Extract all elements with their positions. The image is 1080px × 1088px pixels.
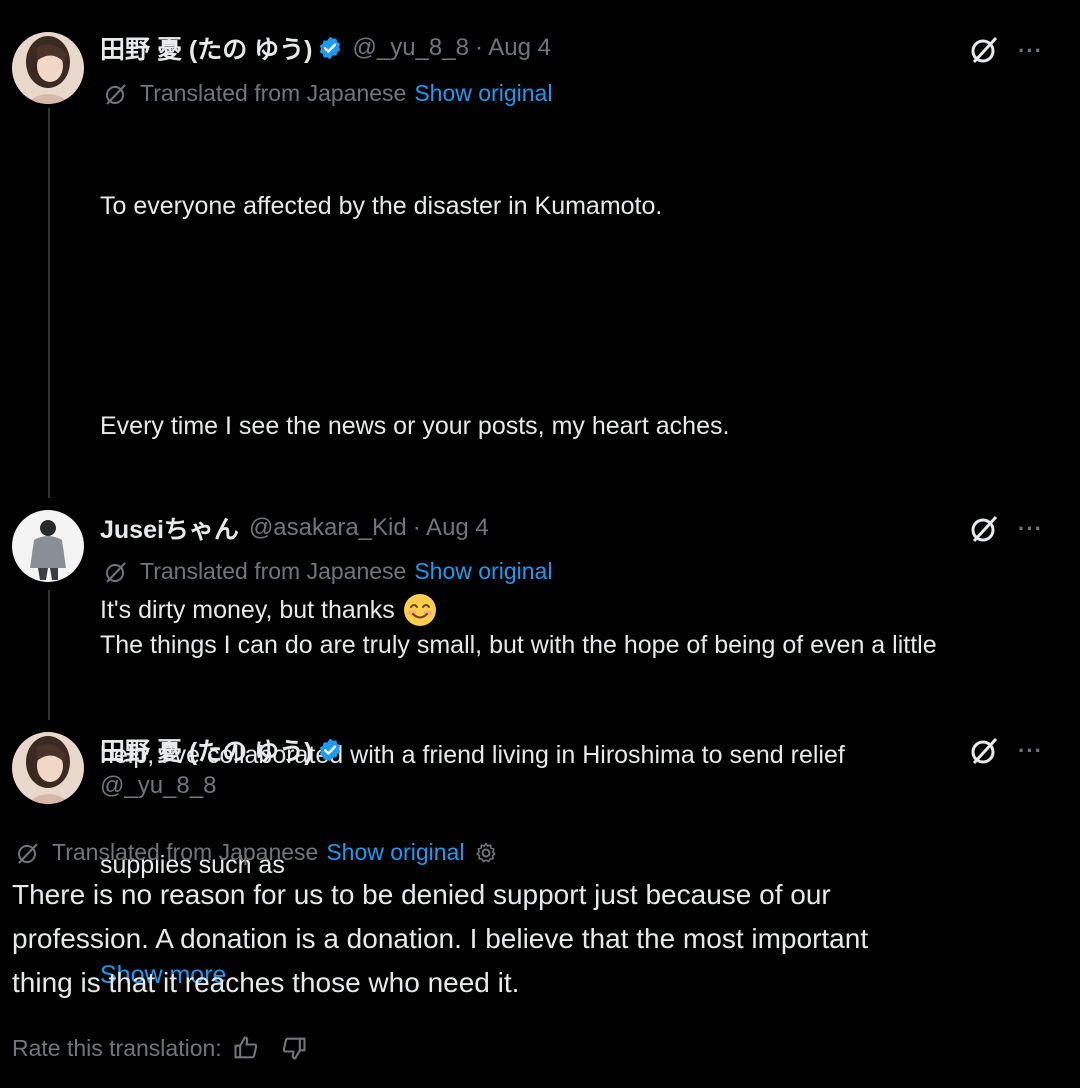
avatar[interactable] [12,510,84,582]
thumbs-up-icon[interactable] [232,1034,260,1062]
smile-emoji-icon [403,594,436,627]
translate-icon [18,842,38,864]
show-original-link[interactable]: Show original [414,558,552,585]
show-original-link[interactable]: Show original [414,80,552,107]
thread-line [48,590,50,720]
translate-icon [106,561,126,583]
more-icon[interactable]: ··· [1018,738,1043,764]
tweet-text-para: Every time I see the news or your posts,… [100,411,730,440]
more-icon[interactable]: ··· [1018,516,1043,542]
avatar[interactable] [12,732,84,804]
author-name[interactable]: 田野 憂 (たの ゆう) [100,732,313,768]
grok-icon[interactable] [968,735,1000,767]
thread-line [48,108,50,498]
more-icon[interactable]: ··· [1018,38,1043,64]
tweet-text-line: profession. A donation is a donation. I … [12,923,869,954]
gear-icon[interactable] [474,841,498,865]
author-handle[interactable]: @_yu_8_8 [100,772,216,800]
author-name[interactable]: Juseiちゃん [100,510,239,546]
avatar[interactable] [12,32,84,104]
thumbs-down-icon[interactable] [280,1034,308,1062]
grok-icon[interactable] [968,513,1000,545]
translated-label: Translated from Japanese [52,839,319,865]
grok-icon[interactable] [968,34,1000,66]
tweet-text-line: thing is that it reaches those who need … [12,967,520,998]
verified-icon [319,738,340,762]
author-name[interactable]: 田野 憂 (たの ゆう) [100,30,313,66]
translated-label: Translated from Japanese [140,80,407,106]
translated-label: Translated from Japanese [140,558,407,584]
rate-translation-label: Rate this translation: [12,1034,222,1061]
author-handle[interactable]: @_yu_8_8 [353,34,469,62]
tweet-date[interactable]: · Aug 4 [413,514,489,542]
tweet-text-line: The things I can do are truly small, but… [100,631,937,660]
tweet-text: It's dirty money, but thanks [100,596,395,624]
tweet-text-para: To everyone affected by the disaster in … [100,192,663,221]
tweet-date[interactable]: · Aug 4 [475,34,551,62]
tweet-text-line: There is no reason for us to be denied s… [12,879,831,910]
author-handle[interactable]: @asakara_Kid [249,514,407,542]
verified-icon [319,36,340,60]
show-original-link[interactable]: Show original [326,839,464,866]
translate-icon [106,83,126,105]
